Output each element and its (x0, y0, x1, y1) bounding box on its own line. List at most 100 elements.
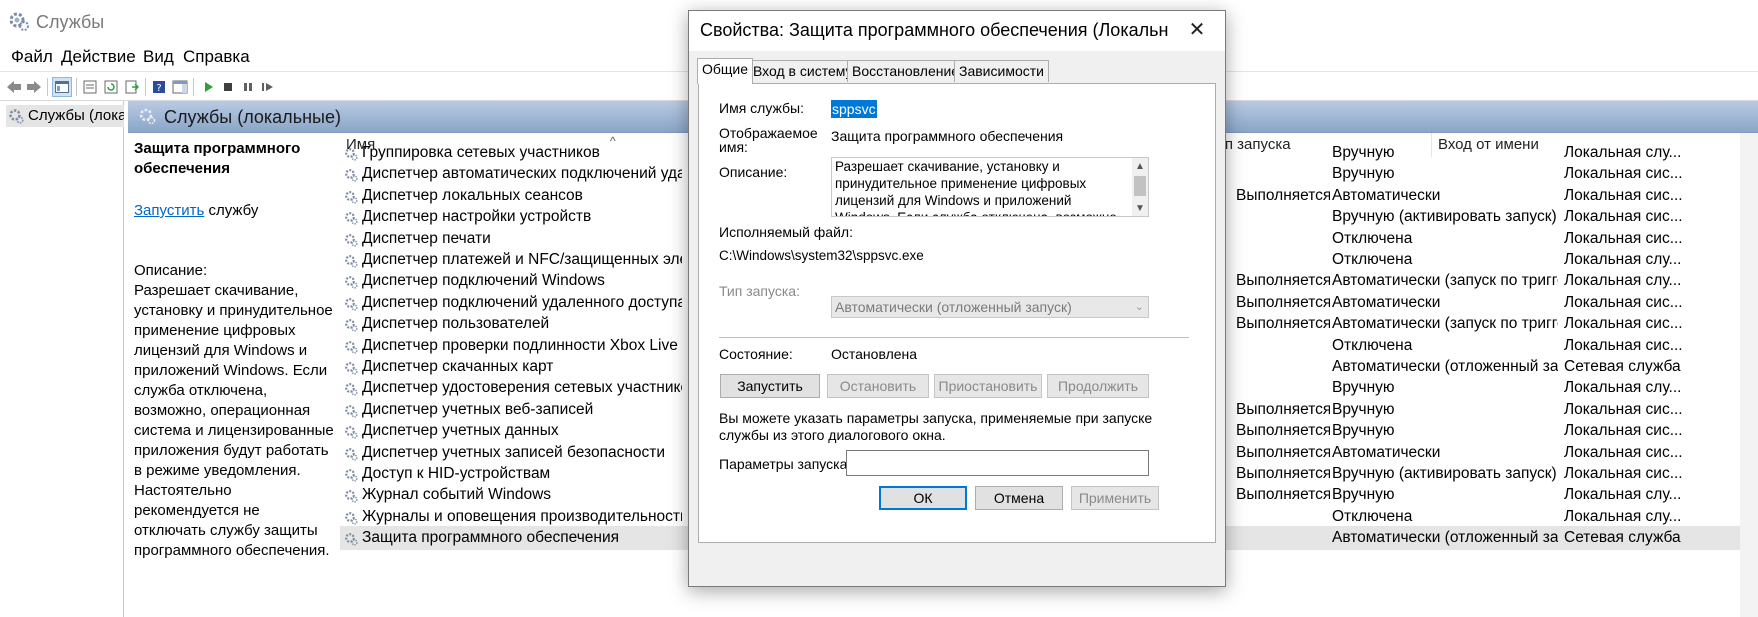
service-startup-cell: Автоматически (отложенный запу... (1332, 358, 1558, 375)
console-tree-icon[interactable] (52, 77, 72, 97)
startup-type-label: Тип запуска: (719, 283, 800, 299)
service-logon-cell: Локальная сис... (1564, 186, 1683, 204)
startup-type-combobox[interactable]: Автоматически (отложенный запуск) ⌄ (831, 296, 1149, 318)
tab-general[interactable]: Общие (697, 58, 754, 84)
service-name-cell: Диспетчер подключений Windows (342, 269, 682, 293)
stop-button[interactable]: Остановить (827, 374, 929, 398)
service-name-cell: Диспетчер настройки устройств (342, 205, 682, 229)
scroll-down-icon[interactable]: ▼ (1135, 200, 1145, 216)
menu-view[interactable]: Вид (143, 47, 174, 67)
service-logon-cell: Локальная сис... (1564, 443, 1683, 461)
service-name-text: Диспетчер печати (362, 229, 491, 247)
service-name-cell: Диспетчер автоматических подключений уда… (342, 162, 682, 186)
window-title: Службы (36, 12, 105, 32)
service-state-cell: Выполняется (1236, 443, 1330, 461)
help-icon[interactable]: ? (149, 77, 169, 97)
service-logon-cell: Локальная сис... (1564, 229, 1683, 247)
service-logon-cell: Локальная слу... (1564, 507, 1682, 525)
service-startup-cell: Отключена (1332, 251, 1413, 268)
service-logon-cell: Локальная сис... (1564, 422, 1683, 440)
service-startup-cell: Отключена (1332, 507, 1413, 525)
service-startup-cell: Автоматически (1332, 293, 1441, 311)
service-state-cell (1236, 141, 1330, 165)
show-hide-action-pane-icon[interactable] (170, 77, 190, 97)
service-startup-cell: Вручную (1332, 486, 1395, 504)
service-startup-cell: Отключена (1332, 336, 1413, 354)
service-name-text: Диспетчер проверки подлинности Xbox Live (362, 336, 678, 354)
service-logon-cell: Локальная сис... (1564, 400, 1683, 418)
display-name-value[interactable]: Защита программного обеспечения (831, 128, 1063, 144)
service-logon-cell: Локальная слу... (1564, 272, 1682, 290)
ok-button[interactable]: ОК (879, 486, 967, 510)
description-textbox-text: Разрешает скачивание, установку и принуд… (835, 159, 1121, 216)
service-startup-cell: Вручную (1332, 379, 1395, 397)
service-name-text: Группировка сетевых участников (362, 144, 600, 161)
restart-service-icon[interactable] (258, 77, 278, 97)
service-startup-cell: Вручную (активировать запуск) (1332, 208, 1557, 226)
service-state-cell (1236, 355, 1330, 379)
toolbar-separator (76, 78, 77, 96)
service-name-text: Диспетчер платежей и NFC/защищенных элем… (362, 251, 682, 268)
service-startup-cell: Автоматически (1332, 443, 1441, 461)
extended-description-pane: Защита программного обеспечения Запустит… (128, 133, 336, 617)
tab-recovery[interactable]: Восстановление (847, 60, 965, 82)
menu-file[interactable]: Файл (11, 47, 53, 67)
description-scrollbar[interactable]: ▲ ▼ (1132, 158, 1148, 216)
start-service-line: Запустить службу (134, 201, 258, 221)
status-label: Состояние: (719, 346, 793, 362)
export-list-icon[interactable] (122, 77, 142, 97)
params-hint-text: Вы можете указать параметры запуска, при… (719, 410, 1153, 443)
menu-action[interactable]: Действие (61, 47, 136, 67)
tree-node-label: Службы (локаль (28, 107, 124, 124)
service-logon-cell: Локальная сис... (1564, 315, 1683, 333)
start-service-icon[interactable] (198, 77, 218, 97)
service-name-text: Диспетчер учетных записей безопасности (362, 443, 666, 461)
service-logon-cell: Локальная слу... (1564, 144, 1682, 161)
separator-line (719, 337, 1189, 338)
dialog-title: Свойства: Защита программного обеспечени… (700, 20, 1170, 40)
refresh-icon[interactable] (101, 77, 121, 97)
service-state-cell (1236, 376, 1330, 400)
service-state-cell (1236, 334, 1330, 358)
services-gear-icon (139, 108, 156, 125)
startup-type-value: Автоматически (отложенный запуск) (835, 299, 1072, 315)
service-name-cell: Диспетчер учетных веб-записей (342, 398, 682, 422)
description-textbox[interactable]: Разрешает скачивание, установку и принуд… (831, 157, 1149, 217)
service-name-text: Диспетчер учетных данных (362, 422, 559, 440)
chevron-down-icon: ⌄ (1134, 301, 1144, 313)
service-startup-cell: Вручную (1332, 400, 1395, 418)
cancel-button[interactable]: Отмена (975, 486, 1063, 510)
service-name-text: Диспетчер подключений удаленного доступа (362, 293, 682, 311)
list-vertical-scrollbar[interactable] (1740, 133, 1758, 617)
tab-dependencies[interactable]: Зависимости (954, 60, 1049, 82)
tree-node-services-local[interactable]: Службы (локаль (6, 105, 124, 127)
forward-arrow-icon[interactable] (24, 77, 44, 97)
service-name-cell: Диспетчер скачанных карт (342, 355, 682, 379)
stop-service-icon[interactable] (218, 77, 238, 97)
service-name-label: Имя службы: (719, 100, 804, 116)
toolbar-separator (193, 78, 194, 96)
start-button[interactable]: Запустить (720, 374, 820, 398)
console-tree: Службы (локаль (0, 101, 124, 617)
service-name-value[interactable]: sppsvc (831, 100, 877, 118)
start-service-link[interactable]: Запустить (134, 202, 204, 219)
exe-path-value[interactable]: C:\Windows\system32\sppsvc.exe (719, 248, 924, 263)
scroll-thumb[interactable] (1134, 176, 1146, 196)
apply-button[interactable]: Применить (1071, 486, 1159, 510)
description-field-label: Описание: (719, 164, 788, 180)
description-label: Описание: (134, 262, 208, 279)
menu-help[interactable]: Справка (183, 47, 250, 67)
back-arrow-icon[interactable] (4, 77, 24, 97)
tab-logon[interactable]: Вход в систему (748, 60, 858, 82)
service-name-text: Журналы и оповещения производительности (362, 507, 682, 525)
close-icon[interactable]: ✕ (1177, 15, 1217, 45)
start-params-input[interactable] (846, 450, 1149, 476)
service-state-cell (1236, 505, 1330, 529)
properties-icon[interactable] (80, 77, 100, 97)
pause-service-icon[interactable] (238, 77, 258, 97)
pause-button[interactable]: Приостановить (934, 374, 1042, 398)
scroll-up-icon[interactable]: ▲ (1135, 158, 1145, 175)
service-name-text: Диспетчер автоматических подключений уда… (362, 165, 682, 183)
service-state-cell (1236, 205, 1330, 229)
resume-button[interactable]: Продолжить (1047, 374, 1149, 398)
